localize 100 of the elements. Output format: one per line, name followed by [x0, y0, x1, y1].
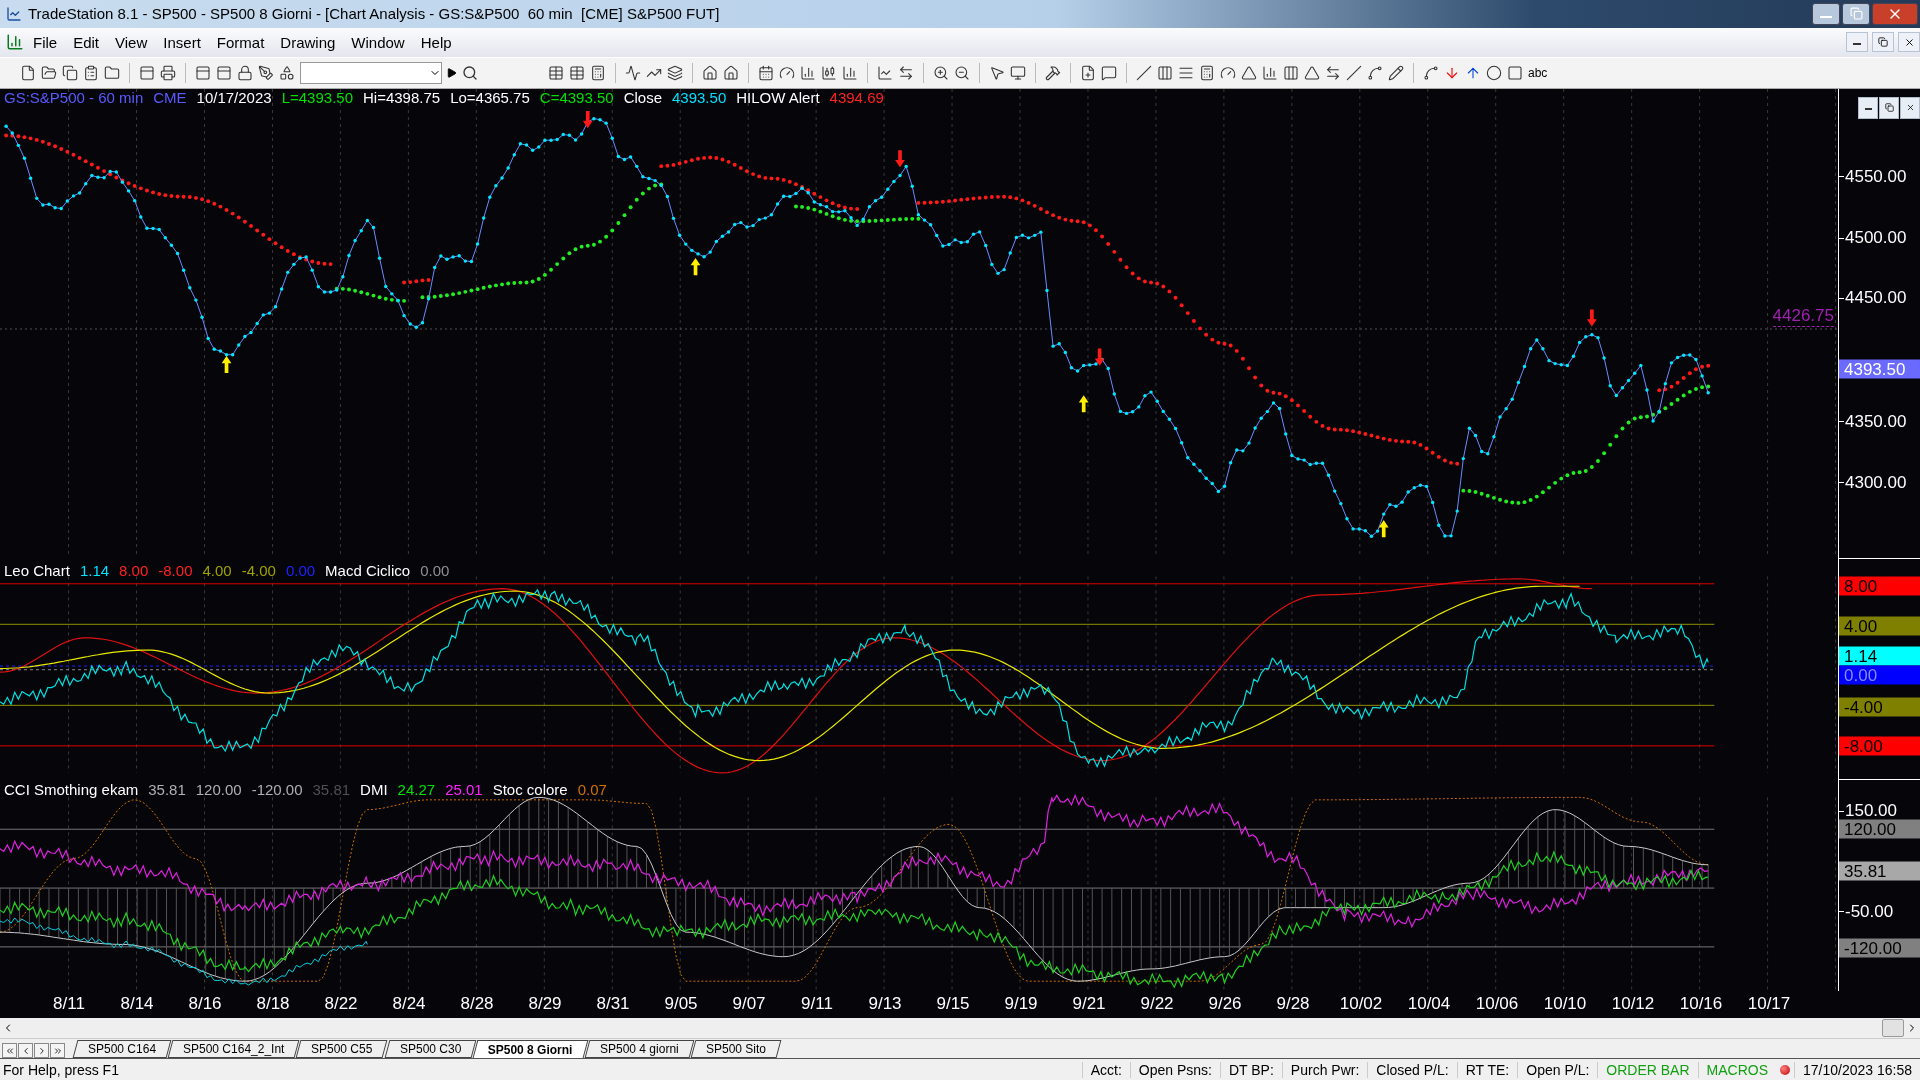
search-icon[interactable] [462, 64, 478, 81]
circle-icon[interactable] [1486, 64, 1502, 81]
axis-label: 4350.00 [1839, 411, 1907, 432]
date-label: 9/11 [800, 994, 834, 1015]
value-marker: 1.14 [1839, 646, 1920, 666]
arrows-icon[interactable] [898, 64, 914, 81]
parallel-lines-icon[interactable] [1346, 64, 1362, 81]
file-plus-icon[interactable] [1080, 64, 1096, 81]
sheet-tab[interactable]: SP500 4 giorni [584, 1040, 695, 1059]
zoom-out-icon[interactable] [954, 64, 970, 81]
triangle-icon[interactable] [1241, 64, 1257, 81]
trendline-icon[interactable] [1136, 64, 1152, 81]
line-chart-icon[interactable] [877, 64, 893, 81]
table-icon[interactable] [548, 64, 564, 81]
lines-icon[interactable] [1283, 64, 1299, 81]
shapes-icon[interactable] [279, 64, 295, 81]
double-arrow-icon[interactable] [1325, 64, 1341, 81]
pencil-icon[interactable] [1388, 64, 1404, 81]
play-icon[interactable] [447, 67, 457, 78]
arc-icon[interactable] [1220, 64, 1236, 81]
legend-value: Close [623, 88, 662, 106]
previous-tab-button[interactable] [18, 1043, 33, 1059]
close-button[interactable] [1900, 96, 1920, 119]
lock-icon[interactable] [237, 64, 253, 81]
calculator-icon[interactable] [590, 64, 606, 81]
pen-icon[interactable] [258, 64, 274, 81]
sheet-tab[interactable]: SP500 Sito [690, 1040, 782, 1059]
next-tab-button[interactable] [34, 1043, 49, 1059]
maximize-button[interactable] [1842, 2, 1870, 25]
close-icon [1903, 36, 1915, 48]
chart-icon[interactable] [800, 64, 816, 81]
first-tab-button[interactable] [2, 1043, 17, 1059]
window-icon[interactable] [216, 64, 232, 81]
date-label: 8/22 [323, 994, 359, 1015]
menu-item[interactable]: View [108, 31, 155, 53]
last-tab-button[interactable] [50, 1043, 65, 1059]
menu-item[interactable]: Window [344, 31, 412, 53]
table-icon[interactable] [569, 64, 585, 81]
date-label: 8/18 [255, 994, 291, 1015]
minimize-button[interactable] [1858, 96, 1878, 119]
legend-value: CME [153, 88, 187, 106]
curve-icon[interactable] [1367, 64, 1383, 81]
legend-value: 24.27 [397, 780, 436, 798]
monitor-icon[interactable] [1010, 64, 1026, 81]
sheet-tab[interactable]: SP500 C55 [296, 1040, 389, 1059]
scroll-thumb[interactable] [1882, 1018, 1904, 1037]
house-icon[interactable] [702, 64, 718, 81]
new-file-icon[interactable] [20, 64, 36, 81]
calendar-icon[interactable] [758, 64, 774, 81]
menu-item[interactable]: Format [209, 31, 272, 53]
minimize-button[interactable] [1812, 2, 1840, 25]
window-icon[interactable] [139, 64, 155, 81]
curve-icon[interactable] [1423, 64, 1439, 81]
value-marker: 0.00 [1839, 665, 1920, 685]
help-text: For Help, press F1 [2, 1061, 120, 1078]
legend-value: 4394.69 [829, 88, 884, 106]
clipboard-icon[interactable] [83, 64, 99, 81]
zoom-in-icon[interactable] [933, 64, 949, 81]
sheet-tab[interactable]: SP500 C164 [72, 1040, 172, 1059]
message-icon[interactable] [1101, 64, 1117, 81]
copy-icon[interactable] [62, 64, 78, 81]
printer-icon[interactable] [160, 64, 176, 81]
legend-value: Hi=4398.75 [363, 88, 441, 106]
open-folder-icon[interactable] [41, 64, 57, 81]
square-icon[interactable] [1507, 64, 1523, 81]
layers-icon[interactable] [667, 64, 683, 81]
sheet-tab[interactable]: SP500 8 Giorni [472, 1040, 589, 1059]
menu-item[interactable]: Drawing [273, 31, 343, 53]
house-icon[interactable] [723, 64, 739, 81]
symbol-field[interactable] [300, 61, 442, 84]
date-label: 9/15 [935, 994, 971, 1015]
last-icon [52, 1045, 63, 1056]
bar-chart-icon[interactable] [842, 64, 858, 81]
date-label: 8/24 [391, 994, 427, 1015]
up-arrow [690, 257, 701, 275]
sheet-tab[interactable]: SP500 C30 [384, 1040, 477, 1059]
menu-item[interactable]: Help [413, 31, 459, 53]
folder-icon[interactable] [104, 64, 120, 81]
horizontal-scrollbar[interactable] [0, 1018, 1920, 1039]
gauge-icon[interactable] [779, 64, 795, 81]
sheet-tab[interactable]: SP500 C164_2_Int [167, 1040, 300, 1059]
app-icon [6, 33, 24, 52]
angle-icon[interactable] [1304, 64, 1320, 81]
restore-button[interactable] [1879, 96, 1899, 119]
calculator-icon[interactable] [1199, 64, 1215, 81]
chart-icon[interactable] [625, 64, 641, 81]
text-tool[interactable]: abc [1528, 65, 1548, 80]
hammer-icon[interactable] [1045, 64, 1061, 81]
restore-button[interactable] [1872, 32, 1894, 53]
menu-item[interactable]: Edit [66, 31, 107, 53]
candlestick-icon[interactable] [821, 64, 837, 81]
vertical-lines-icon[interactable] [1157, 64, 1173, 81]
menu-item[interactable]: File [26, 31, 65, 53]
bars-icon[interactable] [1262, 64, 1278, 81]
pointer-icon[interactable] [989, 64, 1005, 81]
value-marker: -120.00 [1839, 938, 1920, 958]
status-clock: 17/10/2023 16:58 [1794, 1061, 1920, 1078]
window-icon[interactable] [195, 64, 211, 81]
menu-item[interactable]: Insert [156, 31, 208, 53]
minimize-button[interactable] [1846, 32, 1868, 53]
